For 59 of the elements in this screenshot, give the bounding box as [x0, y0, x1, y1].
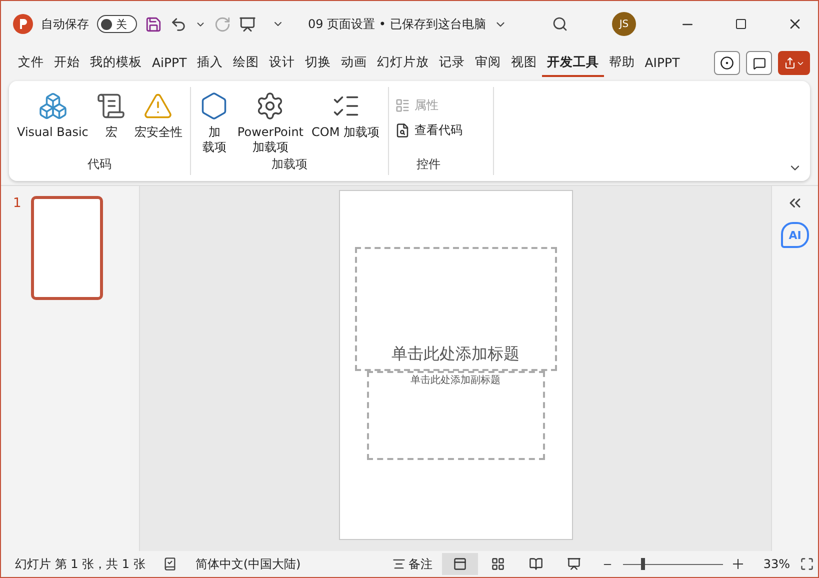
ribbon-button[interactable]: 宏安全性: [132, 91, 184, 156]
record-button[interactable]: [714, 51, 740, 75]
slide-number: 1: [13, 196, 22, 211]
search-icon[interactable]: [552, 16, 568, 32]
app-logo-icon: [13, 14, 33, 34]
code-search-icon: [394, 123, 410, 138]
ribbon-tab[interactable]: 开发工具: [542, 50, 604, 76]
language-status[interactable]: 简体中文(中国大陆): [195, 556, 301, 572]
ribbon-tab[interactable]: 幻灯片放: [372, 50, 434, 76]
warning-icon: [143, 91, 174, 121]
slide-thumbnail[interactable]: [31, 196, 104, 300]
ribbon-button[interactable]: 宏: [94, 91, 128, 156]
ribbon-button[interactable]: 查看代码: [394, 122, 462, 139]
normal-view-icon[interactable]: [442, 553, 478, 575]
ribbon-tab[interactable]: 视图: [506, 50, 542, 76]
ribbon-tab[interactable]: 动画: [336, 50, 372, 76]
group-label: 代码: [86, 156, 113, 173]
list-icon: [394, 98, 410, 113]
notes-icon[interactable]: [392, 557, 406, 571]
autosave-toggle[interactable]: 关: [97, 15, 137, 33]
ribbon-tab[interactable]: 切换: [300, 50, 336, 76]
ribbon-tab[interactable]: 我的模板: [85, 50, 147, 76]
record-icon: [720, 56, 734, 70]
zoom-level[interactable]: 33%: [763, 557, 790, 571]
slide-count: 幻灯片 第 1 张，共 1 张: [15, 556, 146, 572]
ribbon-tab[interactable]: 设计: [264, 50, 300, 76]
ribbon-button[interactable]: Visual Basic: [15, 91, 90, 156]
group-label: 加载项: [270, 156, 308, 173]
document-title[interactable]: 09 页面设置 • 已保存到这台电脑: [308, 16, 486, 32]
ribbon-tab[interactable]: 帮助: [604, 50, 640, 76]
comment-button[interactable]: [746, 51, 772, 75]
ribbon-button[interactable]: PowerPoint 加载项: [235, 91, 306, 156]
boxes-icon: [38, 91, 68, 121]
group-label: 控件: [416, 156, 442, 173]
accessibility-icon[interactable]: [163, 557, 178, 571]
ribbon-tab[interactable]: 文件: [13, 50, 49, 76]
user-avatar[interactable]: JS: [612, 12, 636, 36]
zoom-in-icon[interactable]: [733, 559, 744, 569]
ribbon-tab[interactable]: 记录: [434, 50, 470, 76]
presentation-icon[interactable]: [239, 16, 256, 32]
subtitle-placeholder[interactable]: 单击此处添加副标题: [366, 371, 544, 460]
script-icon: [96, 91, 126, 121]
autosave-label: 自动保存: [41, 16, 89, 32]
ribbon-tab[interactable]: 审阅: [470, 50, 506, 76]
ribbon-tab[interactable]: 绘图: [228, 50, 264, 76]
share-icon: [784, 57, 796, 69]
undo-icon[interactable]: [170, 16, 187, 32]
ribbon-tab[interactable]: 插入: [192, 50, 228, 76]
ribbon-button[interactable]: 加 载项: [197, 91, 232, 156]
ribbon-tab[interactable]: AIPPT: [640, 50, 685, 76]
title-placeholder[interactable]: 单击此处添加标题: [354, 247, 556, 371]
comment-icon: [752, 56, 766, 70]
notes-button[interactable]: 备注: [408, 556, 432, 572]
ribbon-button[interactable]: COM 加载项: [310, 91, 382, 156]
ribbon-tab[interactable]: 开始: [49, 50, 85, 76]
ribbon-tab[interactable]: AiPPT: [147, 50, 192, 76]
save-icon[interactable]: [145, 16, 162, 32]
share-button[interactable]: [778, 51, 810, 75]
fit-slide-icon[interactable]: [800, 557, 814, 571]
